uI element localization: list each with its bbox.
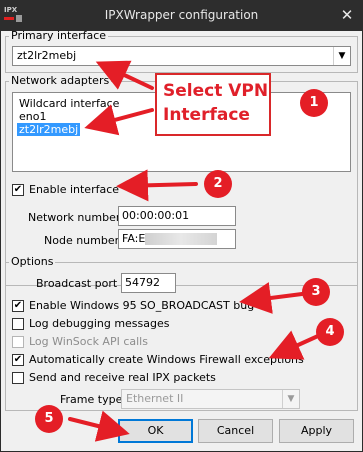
- arrow-to-firewall: [268, 330, 320, 360]
- callout-line-2: Interface: [163, 105, 250, 125]
- arrow-to-adapter: [84, 104, 154, 136]
- step-badge-5: 5: [35, 405, 63, 433]
- step-badge-4: 4: [316, 318, 344, 346]
- step-badge-1: 1: [300, 89, 328, 117]
- step-badge-2: 2: [204, 170, 232, 198]
- step-badge-3: 3: [302, 278, 330, 306]
- arrow-to-enable-interface: [116, 169, 198, 202]
- callout-line-1: Select VPN: [163, 81, 269, 101]
- select-vpn-callout: Select VPN Interface: [155, 73, 271, 136]
- arrow-to-ok: [68, 410, 130, 442]
- arrow-to-primary-interface: [95, 60, 154, 90]
- arrow-to-so-broadcast: [239, 282, 304, 314]
- annotation-arrows: [68, 60, 320, 442]
